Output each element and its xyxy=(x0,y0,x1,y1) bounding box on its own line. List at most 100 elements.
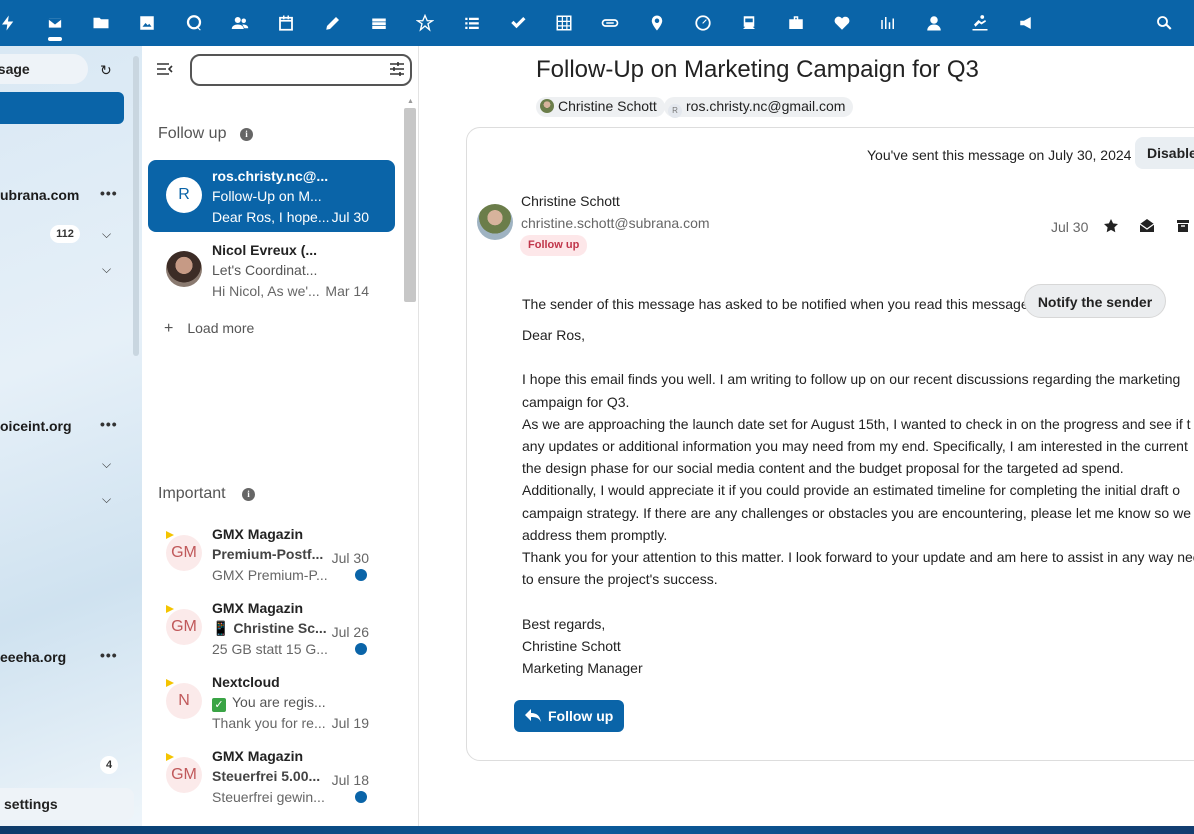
message-date: Mar 14 xyxy=(325,283,369,299)
search-icon[interactable] xyxy=(1152,11,1176,35)
mail-icon[interactable] xyxy=(43,11,67,35)
list-item[interactable]: R ros.christy.nc@... Follow-Up on M... D… xyxy=(148,160,395,232)
message-date: Jul 30 xyxy=(331,550,369,566)
avatar: GM xyxy=(166,757,202,793)
stocks-icon[interactable] xyxy=(876,11,900,35)
user-icon[interactable] xyxy=(922,11,946,35)
bag-icon[interactable] xyxy=(784,11,808,35)
signoff-line: Best regards, xyxy=(522,615,606,632)
files-icon[interactable] xyxy=(89,11,113,35)
mail-settings-button[interactable]: settings xyxy=(0,788,134,820)
contacts-icon[interactable] xyxy=(228,11,252,35)
maps-icon[interactable] xyxy=(645,11,669,35)
scroll-up-arrow[interactable]: ▲ xyxy=(407,98,414,105)
notify-sender-button[interactable]: Notify the sender xyxy=(1024,284,1166,318)
health-icon[interactable] xyxy=(830,11,854,35)
sent-note: You've sent this message on July 30, 202… xyxy=(867,147,1132,163)
info-icon[interactable]: i xyxy=(240,128,253,141)
avatar: R xyxy=(668,104,682,118)
sender-name[interactable]: Christine Schott xyxy=(521,193,620,209)
filter-icon[interactable] xyxy=(389,61,405,77)
recipient-pill[interactable]: Christine Schott xyxy=(536,97,665,117)
dashboard-icon[interactable] xyxy=(691,11,715,35)
calendar-icon[interactable] xyxy=(274,11,298,35)
plus-icon: + xyxy=(164,320,174,337)
new-message-button[interactable]: ssage xyxy=(0,54,88,84)
message-date: Jul 18 xyxy=(331,772,369,788)
message-preview: Dear Ros, I hope... xyxy=(212,209,330,225)
body-line: campaign for Q3. xyxy=(522,393,630,410)
photos-icon[interactable] xyxy=(135,11,159,35)
announcements-icon[interactable] xyxy=(1015,11,1039,35)
tables-icon[interactable] xyxy=(552,11,576,35)
disable-button[interactable]: Disable xyxy=(1135,137,1194,169)
chevron-down-icon[interactable]: ⌵ xyxy=(102,457,111,472)
search-field[interactable] xyxy=(190,54,412,86)
list-item[interactable]: GM GMX Magazin 📱 Christine Sc... 25 GB s… xyxy=(148,592,395,664)
workout-icon[interactable] xyxy=(968,11,992,35)
link-icon[interactable] xyxy=(598,11,622,35)
unread-dot xyxy=(355,791,367,803)
mark-unread-icon[interactable] xyxy=(1139,218,1155,234)
chevron-down-icon[interactable]: ⌵ xyxy=(102,262,111,277)
star-icon[interactable] xyxy=(1103,218,1119,234)
selected-mailbox[interactable] xyxy=(0,92,124,124)
account-navigation: ssage ↻ ubrana.com ••• 112 ⌵ ⌵ oiceint.o… xyxy=(0,46,142,826)
follow-up-reply-button[interactable]: Follow up xyxy=(514,700,624,732)
message-preview: Thank you for re... xyxy=(212,715,326,731)
message-subject: Follow-Up on M... xyxy=(212,188,322,204)
signoff-line: Christine Schott xyxy=(522,637,621,654)
message-subject: Premium-Postf... xyxy=(212,546,324,562)
notes-icon[interactable] xyxy=(321,11,345,35)
scrollbar[interactable] xyxy=(133,56,139,356)
list-item[interactable]: N Nextcloud ✓ You are regis... Thank you … xyxy=(148,666,395,738)
talk-icon[interactable] xyxy=(182,11,206,35)
avatar xyxy=(166,251,202,287)
list-item[interactable]: GM GMX Magazin Steuerfrei 5.00... Steuer… xyxy=(148,740,395,812)
message-date: Jul 19 xyxy=(331,715,369,731)
read-receipt-notice: The sender of this message has asked to … xyxy=(522,296,1033,312)
list-item[interactable]: GM GMX Magazin Premium-Postf... GMX Prem… xyxy=(148,518,395,590)
chevron-down-icon[interactable]: ⌵ xyxy=(102,227,111,242)
refresh-icon[interactable]: ↻ xyxy=(100,62,112,79)
message-preview: GMX Premium-P... xyxy=(212,567,328,583)
body-line: to ensure the project's success. xyxy=(522,571,718,588)
load-more-button[interactable]: + Load more xyxy=(164,320,254,338)
body-line: any updates or additional information yo… xyxy=(522,438,1188,454)
message-sender: ros.christy.nc@... xyxy=(212,168,329,184)
search-input[interactable] xyxy=(202,57,382,83)
account-menu-icon[interactable]: ••• xyxy=(100,647,118,663)
forms-icon[interactable] xyxy=(413,11,437,35)
toggle-navigation-icon[interactable] xyxy=(156,60,174,78)
info-icon[interactable]: i xyxy=(242,488,255,501)
message-sender: Nextcloud xyxy=(212,674,280,690)
tasks-icon[interactable] xyxy=(460,11,484,35)
follow-up-tag[interactable]: Follow up xyxy=(520,235,588,256)
account-menu-icon[interactable]: ••• xyxy=(100,416,118,432)
body-line: campaign strategy. If there are any chal… xyxy=(522,504,1194,521)
activity-icon[interactable] xyxy=(0,11,20,35)
checklist-icon[interactable] xyxy=(506,11,530,35)
chevron-down-icon[interactable]: ⌵ xyxy=(102,492,111,507)
account-name[interactable]: ubrana.com xyxy=(0,187,79,203)
archive-icon[interactable] xyxy=(1175,218,1191,234)
list-scrollbar[interactable] xyxy=(404,108,416,302)
message-subject: 📱 Christine Sc... xyxy=(212,620,327,636)
list-item[interactable]: Nicol Evreux (... Let's Coordinat... Hi … xyxy=(148,234,395,306)
message-preview: Steuerfrei gewin... xyxy=(212,789,325,805)
reply-icon xyxy=(525,709,541,722)
deck-icon[interactable] xyxy=(367,11,391,35)
transport-icon[interactable] xyxy=(737,11,761,35)
active-app-indicator xyxy=(48,37,62,41)
avatar: R xyxy=(166,177,202,213)
message-subject: ✓ You are regis... xyxy=(212,694,326,712)
account-name[interactable]: eeeha.org xyxy=(0,649,66,665)
message-subject: Steuerfrei 5.00... xyxy=(212,768,321,784)
section-heading-follow-up: Follow up xyxy=(158,125,227,142)
unread-count-badge: 112 xyxy=(50,225,80,243)
recipient-pill[interactable]: Rros.christy.nc@gmail.com xyxy=(664,97,854,118)
sender-email[interactable]: christine.schott@subrana.com xyxy=(521,215,710,231)
account-menu-icon[interactable]: ••• xyxy=(100,185,118,201)
message-date: Jul 26 xyxy=(331,624,369,640)
account-name[interactable]: oiceint.org xyxy=(0,418,72,434)
